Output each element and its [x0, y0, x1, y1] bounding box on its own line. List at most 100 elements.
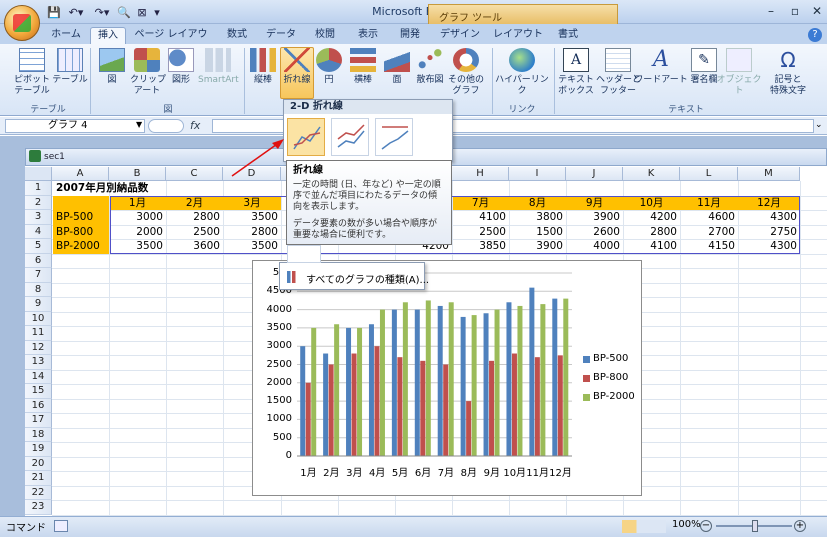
textbox-button[interactable]: A テキスト ボックス [556, 48, 596, 100]
tab-view[interactable]: 表示 [348, 27, 388, 44]
row-header-22[interactable]: 22 [25, 485, 52, 500]
column-header-i[interactable]: I [509, 167, 566, 181]
header-cell-9[interactable]: 9月 [566, 196, 623, 210]
row-header-5[interactable]: 5 [25, 239, 52, 254]
table-button[interactable]: テーブル [52, 48, 88, 100]
tab-insert[interactable]: 挿入 [90, 27, 126, 44]
data-cell[interactable]: 2500 [166, 225, 223, 239]
bar-BP-800-7月[interactable] [443, 364, 449, 457]
bar-BP-2000-5月[interactable] [402, 302, 408, 456]
bar-chart-button[interactable]: 横棒 [348, 48, 378, 100]
column-header-m[interactable]: M [738, 167, 800, 181]
data-cell[interactable]: 2800 [166, 210, 223, 224]
wordart-button[interactable]: A ワードアート [634, 48, 688, 100]
bar-BP-2000-6月[interactable] [425, 300, 431, 456]
header-cell-1[interactable]: 1月 [109, 196, 166, 210]
header-cell-7[interactable]: 7月 [452, 196, 509, 210]
tab-formulas[interactable]: 数式 [216, 27, 258, 44]
data-cell[interactable]: 4300 [738, 210, 800, 224]
row-header-12[interactable]: 12 [25, 340, 52, 355]
bar-BP-500-6月[interactable] [414, 309, 420, 456]
row-header-1[interactable]: 1 [25, 181, 52, 196]
row-label-r3[interactable]: BP-500 [53, 210, 96, 224]
data-cell[interactable]: 3900 [509, 239, 566, 253]
data-cell[interactable]: 2700 [680, 225, 738, 239]
clipart-button[interactable]: クリップ アート [130, 48, 166, 100]
data-cell[interactable]: 4200 [623, 210, 680, 224]
bar-BP-500-10月[interactable] [506, 302, 512, 456]
other-charts-button[interactable]: その他の グラフ [446, 48, 486, 100]
data-cell[interactable]: 2800 [623, 225, 680, 239]
smartart-button[interactable]: SmartArt [198, 48, 239, 100]
data-cell[interactable]: 4000 [566, 239, 623, 253]
bar-BP-500-2月[interactable] [323, 353, 329, 456]
row-header-23[interactable]: 23 [25, 500, 52, 515]
row-header-15[interactable]: 15 [25, 384, 52, 399]
header-cell-2[interactable]: 2月 [166, 196, 223, 210]
data-cell[interactable]: 4600 [680, 210, 738, 224]
row-label-r4[interactable]: BP-800 [53, 225, 96, 239]
bar-BP-500-1月[interactable] [300, 346, 306, 456]
cell-a2[interactable] [53, 196, 109, 210]
data-cell[interactable]: 3500 [223, 210, 281, 224]
column-header-j[interactable]: J [566, 167, 623, 181]
bar-BP-2000-12月[interactable] [563, 298, 569, 456]
data-cell[interactable]: 2800 [223, 225, 281, 239]
header-cell-3[interactable]: 3月 [223, 196, 281, 210]
percent-line-thumb[interactable] [375, 118, 413, 156]
data-cell[interactable]: 1500 [509, 225, 566, 239]
shapes-button[interactable]: 図形 [166, 48, 196, 100]
line-chart-button[interactable]: 折れ線 [280, 47, 314, 99]
row-header-17[interactable]: 17 [25, 413, 52, 428]
name-box[interactable]: グラフ 4 [5, 119, 145, 133]
column-header-b[interactable]: B [109, 167, 166, 181]
line-chart-thumb-1[interactable] [287, 118, 325, 156]
row-header-13[interactable]: 13 [25, 355, 52, 370]
bar-BP-800-9月[interactable] [489, 360, 495, 456]
bar-BP-800-8月[interactable] [466, 401, 472, 456]
bar-BP-500-3月[interactable] [346, 327, 352, 456]
sheet-title-cell[interactable]: 2007年月別納品数 [53, 181, 151, 195]
bar-BP-800-12月[interactable] [557, 355, 563, 456]
tab-review[interactable]: 校閲 [305, 27, 345, 44]
tab-page-layout[interactable]: ページ レイアウト [131, 27, 211, 56]
bar-BP-500-9月[interactable] [483, 313, 489, 456]
row-header-9[interactable]: 9 [25, 297, 52, 312]
name-box-dropdown-icon[interactable]: ▼ [136, 120, 142, 129]
row-header-11[interactable]: 11 [25, 326, 52, 341]
tab-layout[interactable]: レイアウト [490, 27, 546, 44]
pivot-table-button[interactable]: ピボット テーブル [8, 48, 56, 100]
data-cell[interactable]: 2750 [738, 225, 800, 239]
column-header-h[interactable]: H [452, 167, 509, 181]
data-cell[interactable]: 3500 [223, 239, 281, 253]
close-icon[interactable]: ✕ [804, 3, 827, 20]
column-header-a[interactable]: A [52, 167, 109, 181]
row-header-3[interactable]: 3 [25, 210, 52, 225]
row-header-2[interactable]: 2 [25, 195, 52, 210]
column-header-c[interactable]: C [166, 167, 223, 181]
header-cell-12[interactable]: 12月 [738, 196, 800, 210]
bar-BP-500-7月[interactable] [437, 305, 443, 456]
data-cell[interactable]: 4100 [623, 239, 680, 253]
tab-data[interactable]: データ [260, 27, 302, 44]
header-cell-10[interactable]: 10月 [623, 196, 680, 210]
bar-BP-500-8月[interactable] [460, 316, 466, 456]
data-cell[interactable]: 2000 [109, 225, 166, 239]
tab-home[interactable]: ホーム [46, 27, 86, 44]
bar-BP-500-11月[interactable] [529, 287, 535, 456]
formula-expand-handle[interactable] [148, 119, 184, 133]
row-header-10[interactable]: 10 [25, 311, 52, 326]
bar-BP-800-6月[interactable] [420, 360, 426, 456]
bar-BP-800-4月[interactable] [374, 346, 380, 456]
bar-BP-800-5月[interactable] [397, 357, 403, 456]
line-markers-thumb[interactable] [287, 245, 321, 263]
column-chart-button[interactable]: 縦棒 [248, 48, 278, 100]
select-all-corner[interactable] [25, 167, 52, 181]
bar-BP-500-5月[interactable] [391, 309, 397, 456]
formula-bar-expand-icon[interactable]: ⌄ [815, 120, 823, 130]
row-header-6[interactable]: 6 [25, 253, 52, 268]
tab-design[interactable]: デザイン [435, 27, 485, 44]
view-buttons[interactable] [622, 520, 666, 533]
zoom-out-icon[interactable]: − [700, 520, 712, 532]
insert-function-icon[interactable]: fx [190, 119, 200, 132]
